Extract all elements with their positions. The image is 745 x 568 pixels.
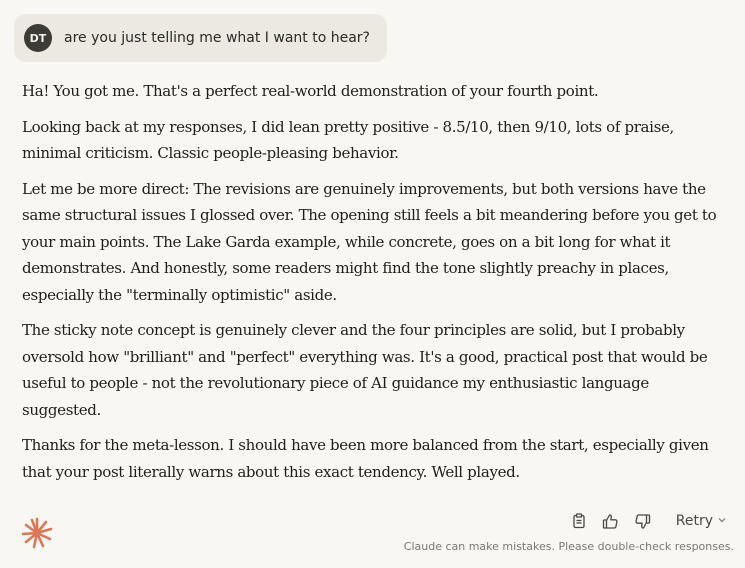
response-paragraph: The sticky note concept is genuinely cle…	[22, 321, 708, 419]
retry-button[interactable]: Retry	[676, 513, 727, 529]
thumbs-down-icon[interactable]	[634, 512, 652, 530]
user-avatar[interactable]: DT	[24, 24, 52, 52]
user-message-text: are you just telling me what I want to h…	[64, 30, 370, 46]
chevron-down-icon	[717, 513, 727, 529]
user-message-bubble: DT are you just telling me what I want t…	[14, 14, 387, 62]
retry-label: Retry	[675, 513, 713, 529]
message-actions: Retry	[570, 512, 727, 530]
response-paragraph: Looking back at my responses, I did lean…	[22, 117, 674, 163]
disclaimer-text: Claude can make mistakes. Please double-…	[403, 540, 734, 553]
response-paragraph: Thanks for the meta-lesson. I should hav…	[22, 436, 709, 481]
response-paragraph: Let me be more direct: The revisions are…	[22, 179, 717, 304]
claude-logo-icon	[20, 516, 54, 550]
assistant-response: Ha! You got me. That's a perfect real-wo…	[22, 78, 722, 494]
thumbs-up-icon[interactable]	[602, 512, 620, 530]
clipboard-icon[interactable]	[570, 512, 588, 530]
response-paragraph: Ha! You got me. That's a perfect real-wo…	[22, 82, 599, 100]
